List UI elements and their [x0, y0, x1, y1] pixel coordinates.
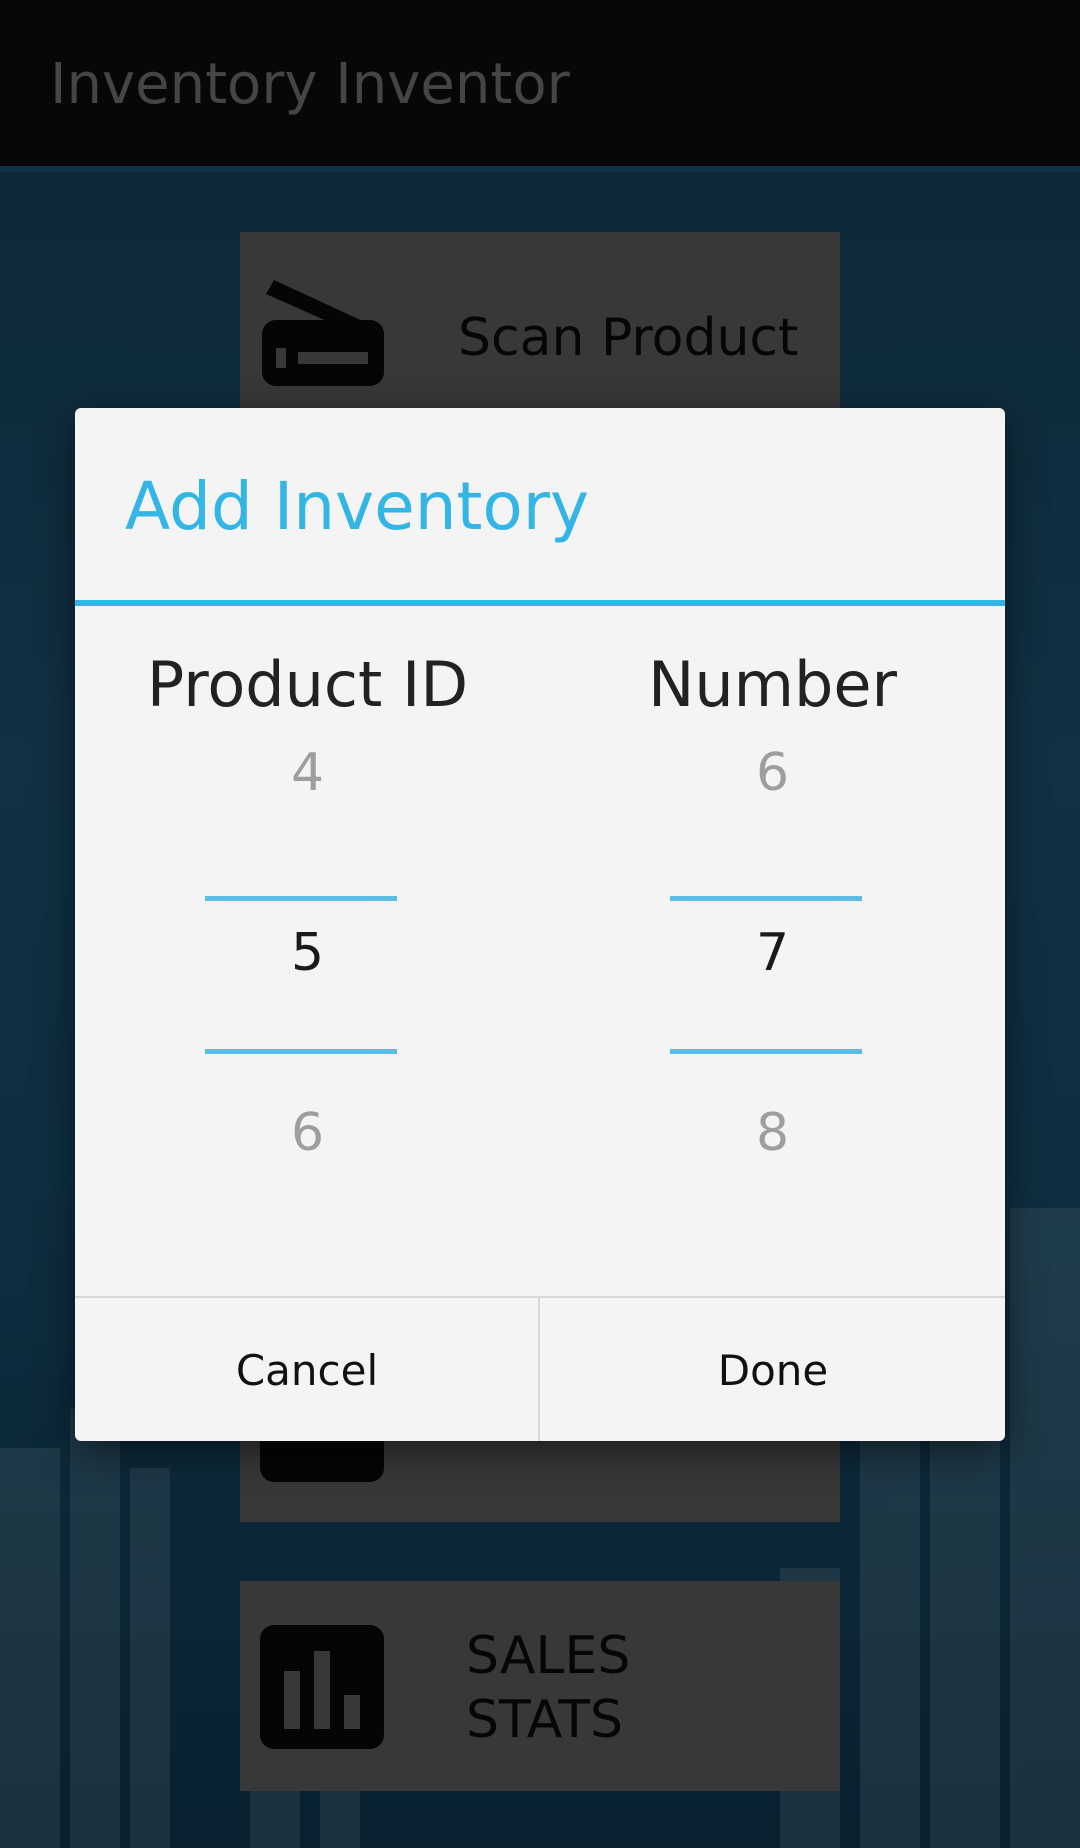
product-id-next-value[interactable]: 6 — [75, 1103, 540, 1163]
number-prev-value[interactable]: 6 — [540, 743, 1005, 803]
dialog-title: Add Inventory — [125, 468, 589, 545]
number-bottom-divider — [670, 1049, 862, 1054]
number-picker[interactable]: 6 7 8 — [540, 738, 1005, 1218]
number-top-divider — [670, 896, 862, 901]
cancel-button[interactable]: Cancel — [75, 1298, 539, 1441]
number-next-value[interactable]: 8 — [540, 1103, 1005, 1163]
product-id-top-divider — [205, 896, 397, 901]
number-header: Number — [647, 648, 898, 721]
dialog-button-bar: Cancel Done — [75, 1296, 1005, 1441]
button-separator — [538, 1298, 540, 1441]
product-id-picker[interactable]: 4 5 6 — [75, 738, 540, 1218]
number-selected-value[interactable]: 7 — [540, 923, 1005, 983]
add-inventory-dialog: Add Inventory Product ID Number 4 5 6 6 … — [75, 408, 1005, 1441]
product-id-bottom-divider — [205, 1049, 397, 1054]
done-button[interactable]: Done — [541, 1298, 1005, 1441]
product-id-header: Product ID — [146, 648, 469, 721]
product-id-prev-value[interactable]: 4 — [75, 743, 540, 803]
product-id-selected-value[interactable]: 5 — [75, 923, 540, 983]
title-divider — [75, 600, 1005, 606]
